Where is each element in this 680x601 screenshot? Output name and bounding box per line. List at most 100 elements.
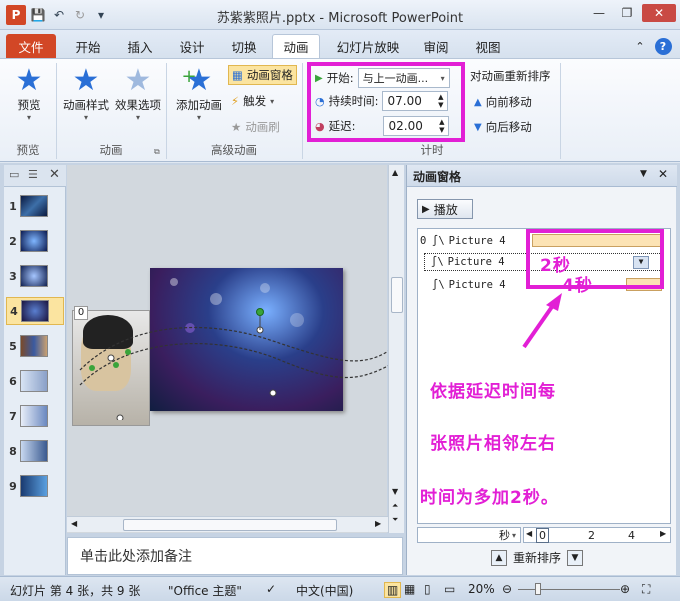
timeline-ruler[interactable]: ◀ 0 2 4 ▶	[523, 527, 671, 543]
slide-thumbnail[interactable]: 8	[6, 437, 64, 465]
zoom-slider[interactable]	[518, 589, 620, 590]
scroll-up-icon[interactable]: ▲	[392, 168, 398, 177]
animation-styles-button[interactable]: ★ 动画样式 ▾	[60, 65, 112, 123]
effect-options-label: 效果选项	[115, 98, 161, 112]
group-label-preview: 预览	[16, 143, 40, 157]
animation-pane-button[interactable]: ▦ 动画窗格	[228, 65, 297, 85]
next-slide-icon[interactable]: ⏷	[392, 515, 398, 525]
slide-sorter-icon[interactable]: ▦	[404, 582, 415, 596]
item-name: Picture 4	[448, 279, 506, 291]
effect-options-button[interactable]: ★ 效果选项 ▾	[112, 63, 164, 123]
fit-to-window-icon[interactable]: ⛶	[642, 582, 650, 597]
zoom-out-icon[interactable]: ⊖	[502, 582, 512, 596]
preview-button[interactable]: ★ 预览 ▾	[8, 65, 50, 123]
move-earlier-button[interactable]: ▲ 向前移动	[474, 94, 532, 110]
animation-painter-button[interactable]: ★ 动画刷	[231, 119, 280, 135]
slide-thumbnail[interactable]: 1	[6, 192, 64, 220]
slide-thumbnail[interactable]: 9	[6, 472, 64, 500]
delay-input[interactable]: 02.00 ▲ ▼	[383, 116, 450, 136]
trigger-label: 触发	[243, 94, 267, 108]
horizontal-scrollbar[interactable]: ◀ ▶	[67, 516, 388, 532]
pane-options-icon[interactable]: ▼	[640, 169, 647, 179]
tick-label: 0	[536, 528, 549, 543]
slideshow-icon[interactable]: ▭	[444, 582, 455, 596]
add-animation-icon: ★ +	[181, 63, 213, 98]
slide-number: 4	[10, 304, 18, 318]
zoom-in-icon[interactable]: ⊕	[620, 582, 630, 596]
motion-path-icon: ∫\	[432, 235, 445, 247]
duration-input[interactable]: 07.00 ▲ ▼	[382, 91, 449, 111]
effect-star-icon: ★	[124, 63, 152, 98]
minimize-ribbon-icon[interactable]: ⌃	[630, 34, 650, 58]
normal-view-icon[interactable]: ▥	[384, 582, 402, 598]
start-label: 开始:	[326, 71, 354, 85]
timing-bar[interactable]	[626, 278, 662, 291]
add-animation-label: 添加动画	[176, 98, 222, 112]
move-later-button[interactable]: ▼ 向后移动	[474, 119, 532, 135]
ruler-right-icon[interactable]: ▶	[660, 529, 666, 538]
zoom-slider-thumb[interactable]	[535, 583, 541, 595]
slide-thumbnail[interactable]: 3	[6, 262, 64, 290]
vertical-scrollbar[interactable]: ▲ ▼ ⏶ ⏷	[388, 165, 404, 533]
item-dropdown-icon[interactable]: ▼	[633, 256, 649, 269]
slide-thumbnail[interactable]: 5	[6, 332, 64, 360]
slide-thumbnail[interactable]: 7	[6, 402, 64, 430]
outline-tab-icon[interactable]: ☰	[28, 168, 38, 181]
close-pane-icon[interactable]: ✕	[49, 167, 60, 182]
start-value: 与上一动画...	[362, 72, 429, 85]
spellcheck-icon[interactable]: ✓	[266, 582, 276, 596]
move-down-icon[interactable]: ▼	[567, 549, 584, 566]
timing-bar[interactable]	[532, 234, 662, 247]
tab-file[interactable]: 文件	[6, 34, 56, 58]
help-icon[interactable]: ?	[652, 34, 674, 58]
ruler-left-icon[interactable]: ◀	[526, 529, 532, 538]
previous-slide-icon[interactable]: ⏶	[392, 501, 398, 511]
tab-view[interactable]: 视图	[466, 34, 510, 58]
scroll-thumb[interactable]	[391, 277, 403, 313]
tab-slideshow[interactable]: 幻灯片放映	[330, 34, 406, 58]
group-label-timing: 计时	[420, 143, 444, 157]
animation-painter-label: 动画刷	[245, 120, 280, 134]
trigger-button[interactable]: ⚡ 触发 ▾	[231, 93, 274, 109]
scroll-left-icon[interactable]: ◀	[71, 519, 77, 528]
close-icon[interactable]: ✕	[642, 4, 676, 22]
tab-design[interactable]: 设计	[170, 34, 214, 58]
close-pane-icon[interactable]: ✕	[658, 167, 668, 181]
add-animation-button[interactable]: ★ + 添加动画 ▾	[172, 63, 226, 123]
slide-thumbnail[interactable]: 2	[6, 227, 64, 255]
slide-thumbnail-selected[interactable]: 4	[6, 297, 64, 325]
slide-thumbnail[interactable]: 6	[6, 367, 64, 395]
timeline-unit-select[interactable]: 秒 ▾	[417, 527, 521, 543]
tab-insert[interactable]: 插入	[118, 34, 162, 58]
move-earlier-label: 向前移动	[485, 95, 532, 109]
minimize-icon[interactable]: —	[586, 4, 612, 22]
tab-home[interactable]: 开始	[66, 34, 110, 58]
notes-pane[interactable]: 单击此处添加备注	[67, 537, 403, 575]
reorder-label: 重新排序	[513, 551, 562, 565]
animation-item[interactable]: 0 ∫\ Picture 4	[420, 233, 668, 249]
slides-tab-icon[interactable]: ▭	[9, 168, 19, 181]
scroll-down-icon[interactable]: ▼	[392, 487, 398, 496]
reading-view-icon[interactable]: ▯	[424, 582, 431, 596]
tab-animations[interactable]: 动画	[272, 34, 320, 58]
play-icon: ▶	[315, 72, 323, 84]
zoom-level[interactable]: 20%	[468, 582, 495, 596]
item-name: Picture 4	[447, 256, 505, 268]
annotation-line-3: 时间为多加2秒。	[420, 488, 559, 508]
slide-number: 7	[9, 409, 17, 423]
move-up-icon[interactable]: ▲	[491, 549, 507, 566]
tab-review[interactable]: 审阅	[414, 34, 458, 58]
restore-icon[interactable]: ❐	[614, 4, 640, 22]
thumbnail-pane-header: ▭ ☰ ✕	[4, 165, 66, 187]
scroll-right-icon[interactable]: ▶	[375, 519, 381, 528]
start-select[interactable]: 与上一动画... ▾	[357, 68, 450, 88]
slide-number: 5	[9, 339, 17, 353]
tab-transitions[interactable]: 切换	[222, 34, 266, 58]
play-button[interactable]: ▶ 播放	[417, 199, 473, 219]
dialog-launcher-icon[interactable]: ⧉	[154, 147, 160, 157]
h-scroll-thumb[interactable]	[123, 519, 337, 531]
clock-icon: ◔	[315, 94, 325, 108]
preview-label: 预览	[17, 98, 41, 112]
motion-path[interactable]	[70, 300, 390, 420]
language[interactable]: 中文(中国)	[296, 582, 353, 599]
